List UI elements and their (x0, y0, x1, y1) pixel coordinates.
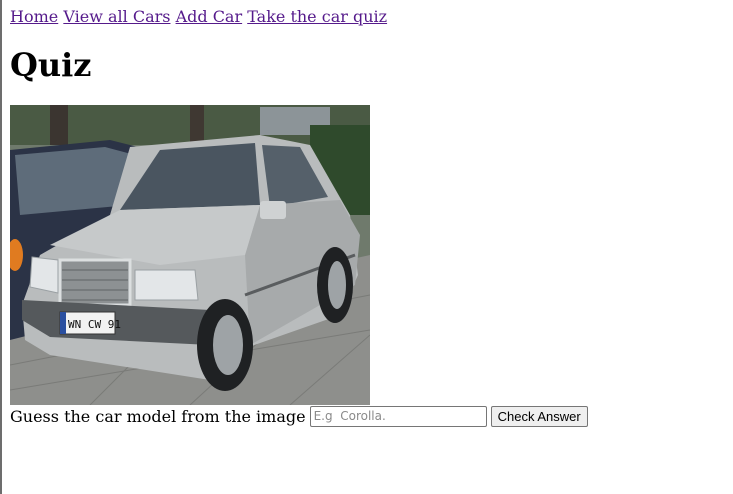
top-nav: Home View all Cars Add Car Take the car … (10, 7, 725, 26)
quiz-form: Guess the car model from the image Check… (10, 405, 725, 427)
window-left-edge (0, 0, 2, 494)
quiz-prompt: Guess the car model from the image (10, 406, 306, 426)
page-title: Quiz (10, 46, 92, 84)
license-plate: WN CW 91 (68, 318, 121, 331)
check-answer-button[interactable]: Check Answer (490, 405, 588, 427)
nav-link-view-all-cars[interactable]: View all Cars (63, 7, 170, 26)
car-image: WN CW 91 (10, 105, 370, 405)
page-content: Home View all Cars Add Car Take the car … (10, 0, 725, 427)
nav-link-home[interactable]: Home (10, 7, 58, 26)
nav-link-add-car[interactable]: Add Car (176, 7, 243, 26)
nav-link-car-quiz[interactable]: Take the car quiz (247, 7, 387, 26)
car-model-input[interactable] (309, 405, 487, 427)
